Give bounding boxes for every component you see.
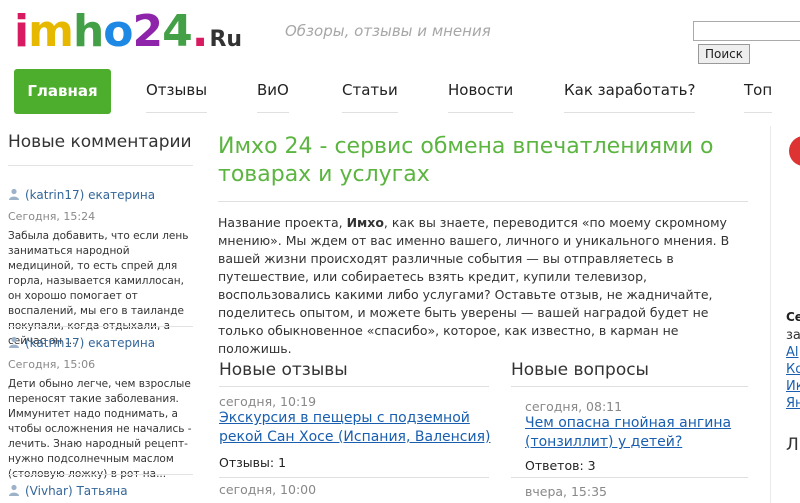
- review-count-label: Отзывы:: [219, 455, 275, 470]
- divider: [511, 386, 748, 387]
- divider: [219, 386, 489, 387]
- logo-letter: 4: [162, 6, 193, 57]
- nav-item-reviews[interactable]: Отзывы: [146, 69, 208, 113]
- logo-letter: 2: [132, 6, 164, 57]
- user-icon: [9, 188, 19, 200]
- intro-project-name: Имхо: [346, 215, 384, 230]
- intro-text-part: , как вы знаете, переводится «по моему с…: [218, 215, 730, 356]
- review-count: Отзывы: 1: [219, 455, 286, 470]
- question-link[interactable]: Чем опасна гнойная ангина (тонзиллит) у …: [525, 414, 748, 452]
- comment-time: Сегодня, 15:06: [8, 358, 96, 371]
- comment-author[interactable]: (katrin17) екатерина: [25, 336, 155, 350]
- question-answer-count: Ответов: 3: [525, 458, 596, 473]
- question-date: сегодня, 08:11: [525, 399, 623, 414]
- nav-item-top[interactable]: Топ: [744, 69, 773, 113]
- comment-text[interactable]: Забыла добавить, что если лень заниматьс…: [8, 229, 193, 349]
- review-count-value: 1: [278, 455, 287, 470]
- right-sidebar-subheading: за: [786, 328, 800, 343]
- comment-item: (katrin17) екатерина Сегодня, 15:06 Дети…: [8, 336, 193, 482]
- comment-author[interactable]: (Vivhar) Татьяна: [25, 484, 128, 498]
- review-date: сегодня, 10:19: [219, 394, 317, 409]
- intro-text-part: Название проекта,: [218, 215, 347, 230]
- header: imho24.Ru Обзоры, отзывы и мнения Поиск: [0, 0, 800, 66]
- divider: [8, 326, 193, 327]
- comment-text[interactable]: Дети обыно легче, чем взрослые переносят…: [8, 377, 193, 482]
- divider: [511, 477, 748, 478]
- user-icon: [9, 484, 19, 496]
- right-sidebar-link[interactable]: Ик: [786, 379, 800, 394]
- right-sidebar-link[interactable]: Al: [786, 345, 799, 360]
- red-badge-icon[interactable]: [789, 136, 800, 166]
- divider: [219, 477, 489, 478]
- review-link[interactable]: Экскурсия в пещеры с подземной рекой Сан…: [219, 409, 499, 447]
- nav-item-qa[interactable]: ВиО: [257, 69, 289, 113]
- answer-count-label: Ответов:: [525, 458, 584, 473]
- question-date: вчера, 15:35: [525, 484, 608, 499]
- right-sidebar-edge: Се за Al Ко Ик Ян Л: [770, 126, 800, 503]
- divider: [218, 201, 748, 202]
- logo-letter: h: [72, 6, 104, 57]
- comment-item: (Vivhar) Татьяна: [8, 484, 193, 498]
- logo-letter: i: [14, 6, 29, 57]
- nav-item-articles[interactable]: Статьи: [342, 69, 398, 113]
- search-button[interactable]: Поиск: [698, 44, 750, 64]
- comment-item: (katrin17) екатерина Сегодня, 15:24 Забы…: [8, 188, 193, 349]
- right-sidebar-heading: Се: [786, 310, 800, 324]
- right-sidebar-link[interactable]: Ко: [786, 362, 800, 377]
- page-title: Имхо 24 - сервис обмена впечатлениями о …: [218, 134, 714, 187]
- new-reviews-title: Новые отзывы: [219, 360, 348, 380]
- comment-author[interactable]: (katrin17) екатерина: [25, 188, 155, 202]
- right-sidebar-section-title: Л: [786, 435, 799, 455]
- sidebar-title: Новые комментарии: [8, 132, 192, 152]
- logo-letter: .: [191, 6, 209, 57]
- comment-time: Сегодня, 15:24: [8, 210, 96, 223]
- new-questions-title: Новые вопросы: [511, 360, 649, 380]
- intro-text: Название проекта, Имхо, как вы знаете, п…: [218, 214, 748, 358]
- comment-author-row[interactable]: (Vivhar) Татьяна: [8, 484, 193, 498]
- logo-letter: m: [28, 6, 74, 57]
- user-icon: [9, 336, 19, 348]
- comment-author-row[interactable]: (katrin17) екатерина: [8, 336, 193, 350]
- logo-domain: Ru: [209, 27, 243, 52]
- main-nav: Главная Отзывы ВиО Статьи Новости Как за…: [14, 69, 800, 115]
- nav-item-home[interactable]: Главная: [14, 69, 111, 114]
- nav-item-earn[interactable]: Как заработать?: [564, 69, 696, 113]
- nav-item-news[interactable]: Новости: [448, 69, 514, 113]
- answer-count-value: 3: [587, 458, 596, 473]
- right-sidebar-link[interactable]: Ян: [786, 396, 800, 411]
- review-date: сегодня, 10:00: [219, 482, 317, 497]
- divider: [8, 474, 193, 475]
- site-logo[interactable]: imho24.Ru: [14, 6, 242, 66]
- site-slogan: Обзоры, отзывы и мнения: [285, 22, 491, 40]
- logo-letter: o: [103, 6, 133, 57]
- search-input[interactable]: [693, 21, 800, 41]
- comment-author-row[interactable]: (katrin17) екатерина: [8, 188, 193, 202]
- divider: [8, 165, 193, 166]
